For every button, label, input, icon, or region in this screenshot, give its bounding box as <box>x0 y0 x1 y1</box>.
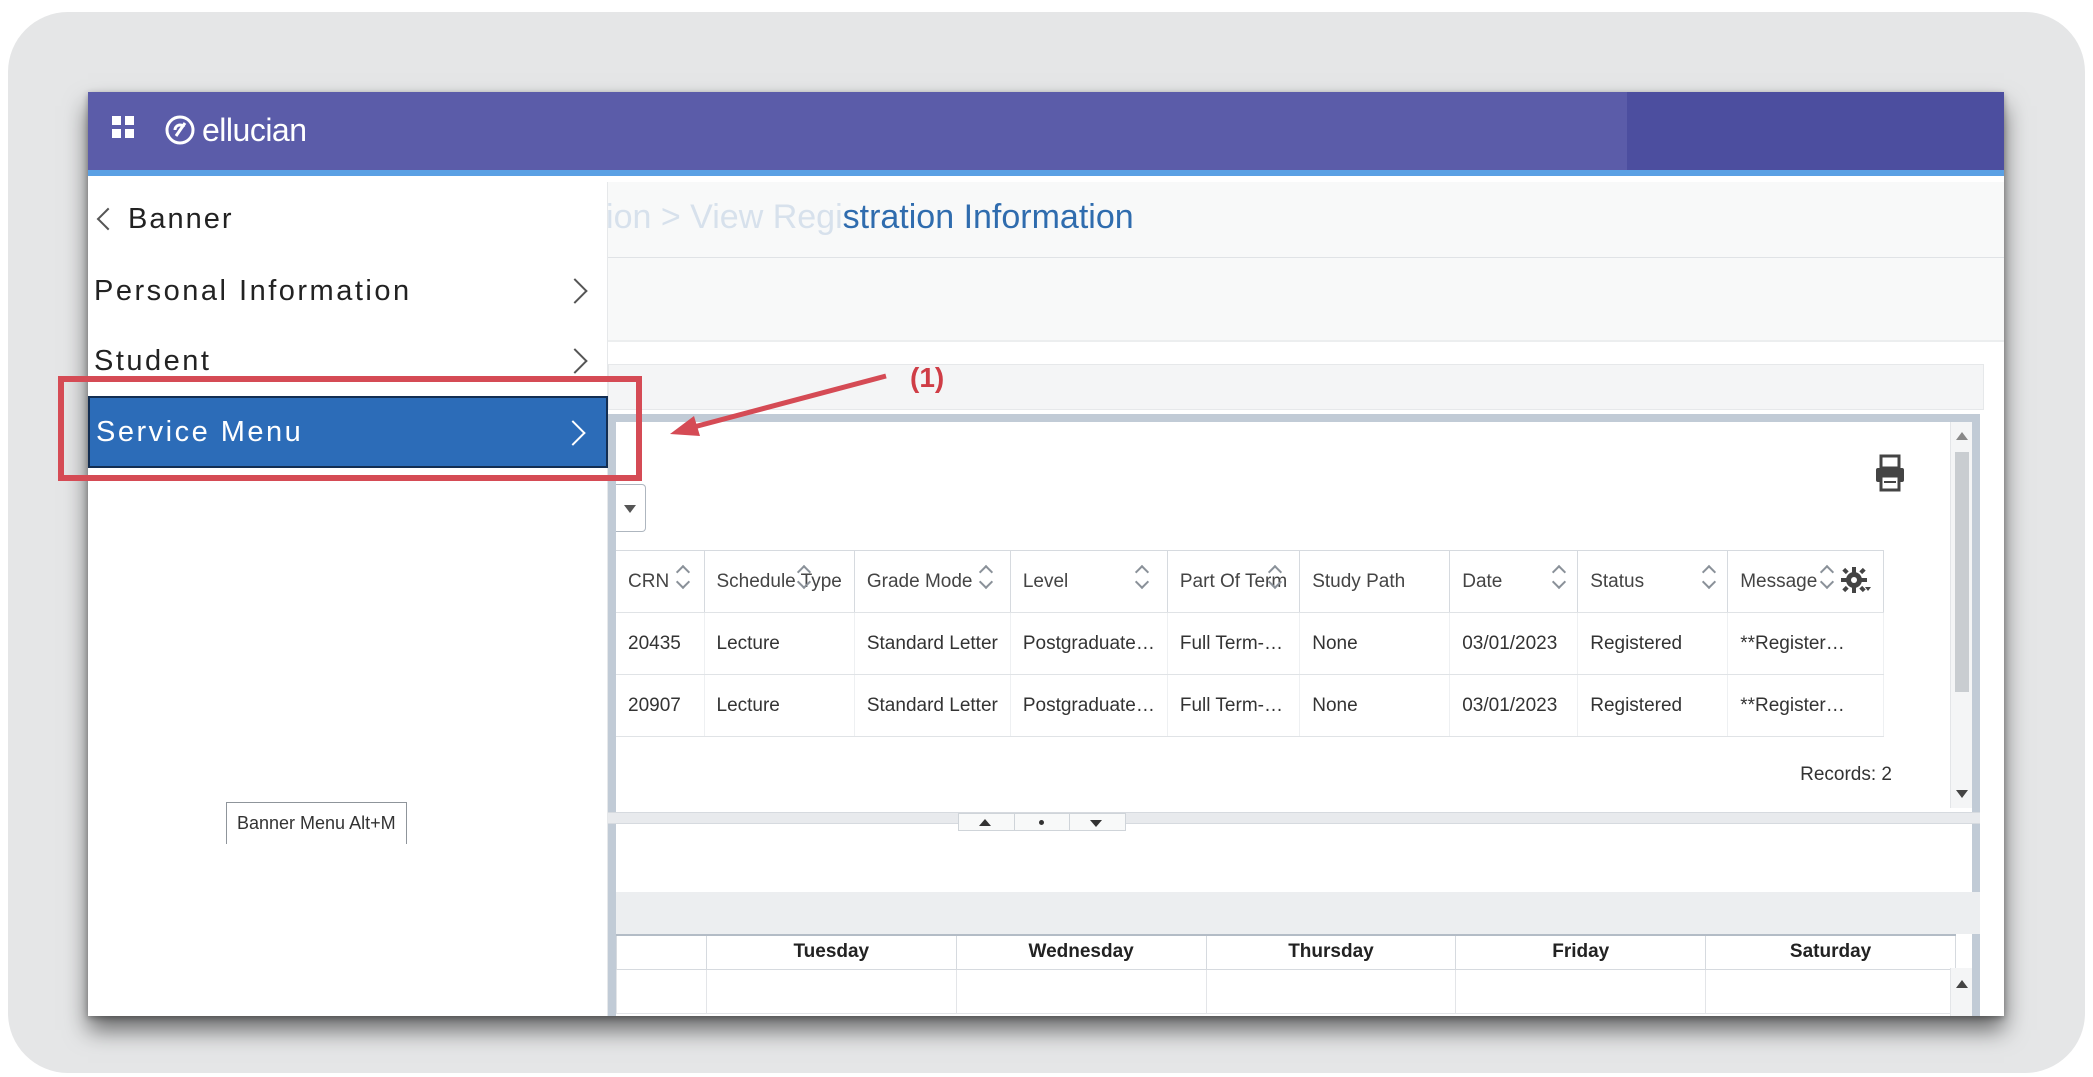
cell-status: Registered <box>1577 612 1729 675</box>
brand-name: ellucian <box>202 111 307 148</box>
chevron-right-icon <box>562 278 588 304</box>
column-header-message[interactable]: Message <box>1727 550 1885 613</box>
panel-splitter[interactable] <box>608 812 1980 831</box>
cell-crn: 20907 <box>616 674 705 737</box>
sort-icon[interactable] <box>1135 565 1149 589</box>
chevron-down-icon <box>624 505 636 513</box>
schedule-scrollbar[interactable] <box>1950 968 1972 1016</box>
grid-icon[interactable] <box>112 116 136 140</box>
cell-date: 03/01/2023 <box>1449 674 1579 737</box>
menu-item-personal-information[interactable]: Personal Information <box>88 256 608 326</box>
cell-crn: 20435 <box>616 612 705 675</box>
gear-icon[interactable] <box>1841 565 1872 595</box>
app-window: ellucian Registration > View Registratio… <box>88 92 2004 1016</box>
column-header-grade-mode[interactable]: Grade Mode <box>854 550 1011 613</box>
scroll-up-icon[interactable] <box>1956 980 1968 988</box>
day-header: Tuesday <box>705 934 957 970</box>
triangle-down-icon <box>1090 820 1103 827</box>
banner-menu-tooltip: Banner Menu Alt+M <box>226 802 407 844</box>
splitter-controls <box>958 813 1126 831</box>
banner-back-button[interactable]: Banner <box>92 182 234 256</box>
schedule-header-band <box>616 892 1980 934</box>
day-header-blank <box>616 934 707 970</box>
table-row[interactable]: 20435 Lecture Standard Letter Postgradua… <box>616 612 1885 675</box>
brand[interactable]: ellucian <box>164 106 307 154</box>
triangle-up-icon <box>979 819 991 826</box>
sort-icon[interactable] <box>1552 565 1566 589</box>
scroll-thumb[interactable] <box>1955 452 1969 692</box>
expand-up-button[interactable] <box>959 814 1015 830</box>
table-row[interactable]: 20907 Lecture Standard Letter Postgradua… <box>616 674 1885 737</box>
sort-icon[interactable] <box>979 565 993 589</box>
cell-level: Postgraduate… <box>1010 674 1168 737</box>
column-header-level[interactable]: Level <box>1010 550 1168 613</box>
menu-item-label: Personal Information <box>94 274 412 307</box>
column-header-schedule-type[interactable]: Schedule Type <box>704 550 855 613</box>
sort-icon[interactable] <box>676 565 690 589</box>
grid-area: CRN Schedule Type Grade Mode Level Part … <box>616 422 1942 810</box>
expand-down-button[interactable] <box>1070 814 1125 830</box>
cell-grade-mode: Standard Letter <box>854 612 1011 675</box>
cell-grade-mode: Standard Letter <box>854 674 1011 737</box>
cell-part-of-term: Full Term-… <box>1167 674 1301 737</box>
cell-message: **Register… <box>1727 674 1885 737</box>
cell-message: **Register… <box>1727 612 1885 675</box>
schedule-row <box>616 968 1956 1014</box>
annotation-label: (1) <box>910 362 945 393</box>
scroll-down-icon[interactable] <box>1956 790 1968 798</box>
annotation-arrow-icon <box>670 373 887 436</box>
day-header: Wednesday <box>955 934 1207 970</box>
print-icon[interactable] <box>1874 454 1906 492</box>
chevron-left-icon <box>96 207 120 231</box>
day-header: Friday <box>1455 934 1707 970</box>
column-header-status[interactable]: Status <box>1577 550 1729 613</box>
menu-item-label: Student <box>94 344 212 377</box>
annotation-highlight-box <box>58 376 642 481</box>
cell-part-of-term: Full Term-… <box>1167 612 1301 675</box>
scroll-up-icon[interactable] <box>1956 432 1968 440</box>
sort-icon[interactable] <box>1820 565 1834 589</box>
term-select[interactable] <box>616 484 646 532</box>
column-header-date[interactable]: Date <box>1449 550 1579 613</box>
column-header-part-of-term[interactable]: Part Of Term <box>1167 550 1301 613</box>
grid-scrollbar[interactable] <box>1950 422 1972 808</box>
cell-date: 03/01/2023 <box>1449 612 1579 675</box>
records-count: Records: 2 <box>1800 764 1892 785</box>
reset-split-button[interactable] <box>1015 814 1071 830</box>
banner-menu: Banner Personal Information Student Serv… <box>88 182 608 1016</box>
cell-level: Postgraduate… <box>1010 612 1168 675</box>
day-header: Thursday <box>1205 934 1457 970</box>
dot-icon <box>1038 820 1044 825</box>
cell-schedule-type: Lecture <box>704 674 855 737</box>
day-header: Saturday <box>1705 934 1956 970</box>
page-title-text: stration Information <box>842 198 1134 236</box>
cell-status: Registered <box>1577 674 1729 737</box>
cell-schedule-type: Lecture <box>704 612 855 675</box>
cell-study-path: None <box>1299 674 1451 737</box>
banner-back-label: Banner <box>128 202 234 235</box>
top-bar: ellucian <box>88 92 2004 176</box>
sort-icon[interactable] <box>797 565 811 589</box>
registration-table: CRN Schedule Type Grade Mode Level Part … <box>616 550 1885 737</box>
top-bar-shade <box>1627 92 2004 170</box>
sort-icon[interactable] <box>1268 565 1282 589</box>
schedule-table: Tuesday Wednesday Thursday Friday Saturd… <box>616 934 1956 1014</box>
sort-icon[interactable] <box>1702 565 1716 589</box>
column-header-study-path[interactable]: Study Path <box>1299 550 1451 613</box>
registration-panel: CRN Schedule Type Grade Mode Level Part … <box>608 414 1980 1016</box>
chevron-right-icon <box>562 348 588 374</box>
column-header-crn[interactable]: CRN <box>616 550 705 613</box>
ellucian-logo-icon <box>165 115 195 145</box>
cell-study-path: None <box>1299 612 1451 675</box>
